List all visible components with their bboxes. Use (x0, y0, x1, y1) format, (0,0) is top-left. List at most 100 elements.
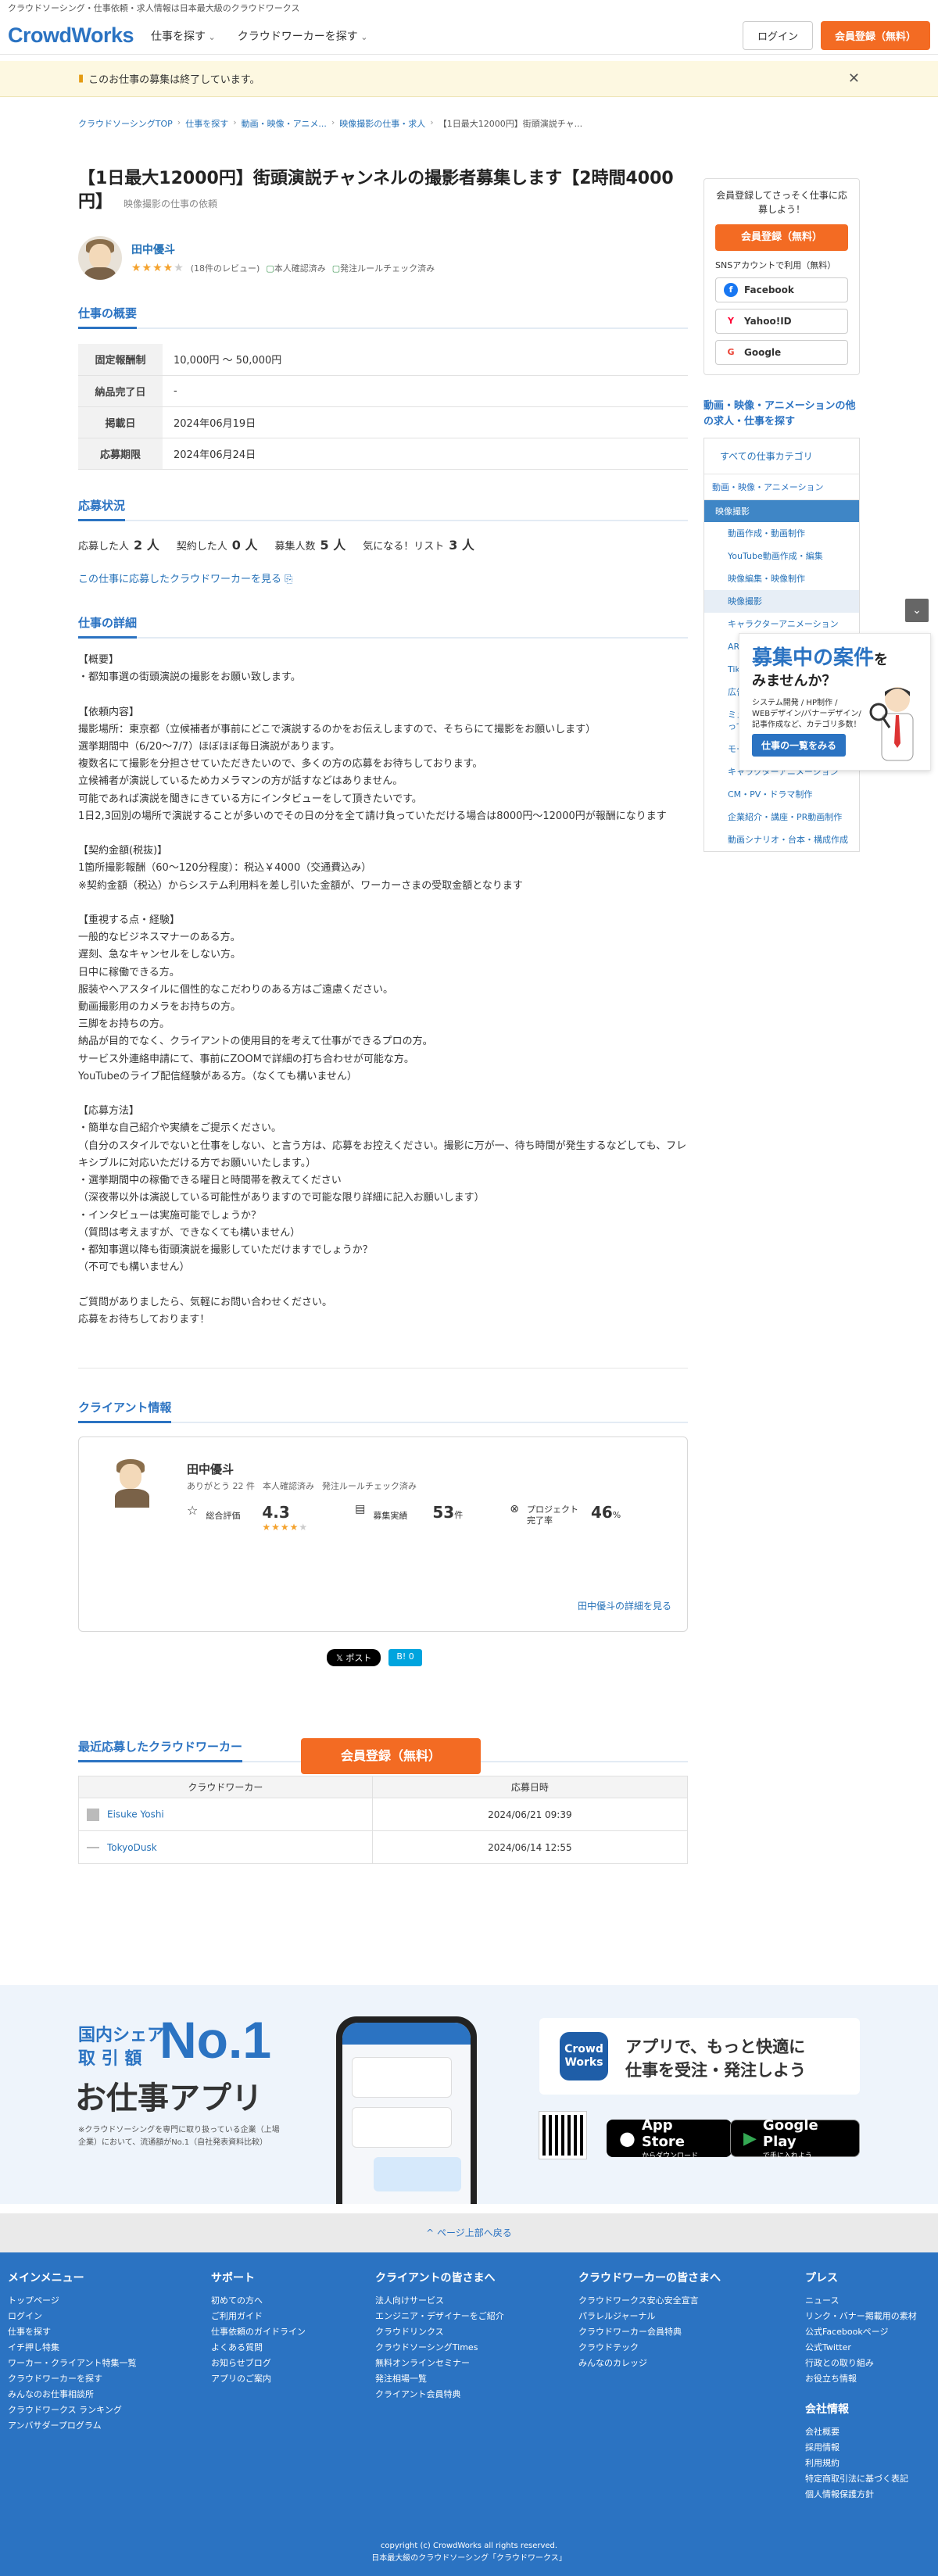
facebook-login-button[interactable]: f Facebook (715, 277, 848, 302)
footer-link[interactable]: 利用規約 (805, 2456, 917, 2471)
footer-link[interactable]: 個人情報保護方針 (805, 2487, 917, 2503)
sidebar-item-all-categories[interactable]: すべての仕事カテゴリ (704, 438, 859, 474)
x-post-button[interactable]: 𝕏 ポスト (327, 1649, 381, 1666)
worker-link[interactable]: TokyoDusk (107, 1842, 157, 1853)
review-count[interactable]: (18件のレビュー) (191, 262, 260, 274)
section-heading-status: 応募状況 (78, 497, 688, 521)
register-button[interactable]: 会員登録（無料） (820, 21, 930, 50)
footer-link[interactable]: みんなのお仕事相談所 (8, 2387, 137, 2402)
sidebar-register-box: 会員登録してさっそく仕事に応募しよう！ 会員登録（無料） SNSアカウントで利用… (704, 178, 860, 375)
footer-link[interactable]: 行政との取り組み (805, 2356, 917, 2371)
client-name-link[interactable]: 田中優斗 (131, 242, 435, 257)
footer-link[interactable]: よくある質問 (211, 2340, 306, 2356)
footer-link[interactable]: お役立ち情報 (805, 2371, 917, 2387)
client-card-meta: ありがとう 22 件 本人確認済み 発注ルールチェック済み (187, 1479, 417, 1492)
breadcrumb-current: 【1日最大12000円】街頭演説チャ... (438, 119, 583, 129)
rating-stars: ★★★★★ (131, 262, 184, 274)
footer-link[interactable]: クラウドワーカー会員特典 (578, 2324, 721, 2340)
footer-link[interactable]: 法人向けサービス (375, 2293, 504, 2309)
qr-code (539, 2111, 587, 2159)
sidebar-item-current[interactable]: 映像撮影 (704, 590, 859, 613)
footer-link[interactable]: 初めての方へ (211, 2293, 306, 2309)
hatena-bookmark-button[interactable]: B! 0 (388, 1649, 422, 1666)
avatar[interactable] (78, 236, 122, 280)
footer-link[interactable]: クラウドワーカーを探す (8, 2371, 137, 2387)
footer-link[interactable]: 仕事を探す (8, 2324, 137, 2340)
footer-link[interactable]: 仕事依頼のガイドライン (211, 2324, 306, 2340)
sidebar-item[interactable]: 企業紹介・講座・PR動画制作 (704, 806, 859, 828)
sidebar-item[interactable]: キャラクターアニメーション (704, 613, 859, 635)
breadcrumb-item[interactable]: 仕事を探す (185, 117, 228, 130)
sidebar-item[interactable]: 動画シナリオ・台本・構成作成 (704, 828, 859, 851)
footer-link[interactable]: リンク・バナー掲載用の素材 (805, 2309, 917, 2324)
footer-link[interactable]: パラレルジャーナル (578, 2309, 721, 2324)
summary-table: 固定報酬制 10,000円 〜 50,000円 納品完了日 - 掲載日 2024年06… (78, 344, 688, 470)
page-title: 【1日最大12000円】街頭演説チャンネルの撮影者募集します【2時間4000円】… (78, 167, 688, 216)
footer-link[interactable]: 特定商取引法に基づく表記 (805, 2471, 917, 2487)
stat-value: 4.3 (262, 1503, 290, 1522)
footer-link[interactable]: 公式Facebookページ (805, 2324, 917, 2340)
client-card-name[interactable]: 田中優斗 (187, 1461, 234, 1477)
register-cta-button[interactable]: 会員登録（無料） (301, 1738, 481, 1774)
client-detail-link[interactable]: 田中優斗の詳細を見る (578, 1599, 671, 1612)
footer-link[interactable]: クラウドテック (578, 2340, 721, 2356)
footer-heading: 会社情報 (805, 2403, 849, 2416)
nav-find-jobs[interactable]: 仕事を探す (151, 28, 216, 44)
yahoo-login-button[interactable]: Y Yahoo!ID (715, 309, 848, 334)
applicants-link[interactable]: この仕事に応募したクラウドワーカーを見る ⎘ (78, 571, 293, 585)
footer-link[interactable]: イチ押し特集 (8, 2340, 137, 2356)
footer-col-press: プレス ニュース リンク・バナー掲載用の素材 公式Facebookページ 公式T… (805, 2270, 917, 2503)
footer-link[interactable]: 採用情報 (805, 2440, 917, 2456)
avatar[interactable] (104, 1454, 159, 1514)
sidebar-item-group[interactable]: 動画・映像・アニメーション (704, 474, 859, 500)
footer-link[interactable]: 発注相場一覧 (375, 2371, 504, 2387)
footer-link[interactable]: 無料オンラインセミナー (375, 2356, 504, 2371)
applied-date: 2024/06/21 09:39 (371, 1798, 689, 1831)
footer-link[interactable]: アンバサダープログラム (8, 2418, 137, 2434)
footer-heading: サポート (211, 2272, 255, 2284)
google-login-button[interactable]: G Google (715, 340, 848, 365)
floating-job-banner[interactable]: 募集中の案件を みませんか？ システム開発 / HP制作 / WEBデザイン/バ… (739, 633, 931, 771)
sidebar-item[interactable]: 動画作成・動画制作 (704, 522, 859, 545)
google-play-button[interactable]: ▶ Google Play で手に入れよう (730, 2117, 860, 2160)
back-to-top-link[interactable]: ^ ページ上部へ戻る (0, 2213, 938, 2252)
stat-posts: ▤ 募集実績 53件 (355, 1503, 463, 1522)
footer-link[interactable]: ログイン (8, 2309, 137, 2324)
job-details-text: 【概要】 ・都知事選の街頭演説の撮影をお願い致します。 【依頼内容】 撮影場所：… (78, 654, 687, 1326)
nav-find-workers[interactable]: クラウドワーカーを探す (238, 28, 368, 44)
footer-link[interactable]: お知らせブログ (211, 2356, 306, 2371)
sidebar-item[interactable]: CM・PV・ドラマ制作 (704, 783, 859, 806)
sidebar-item-selected[interactable]: 映像撮影 (704, 500, 859, 522)
footer-link[interactable]: エンジニア・デザイナーをご紹介 (375, 2309, 504, 2324)
sidebar-item[interactable]: 映像編集・映像制作 (704, 567, 859, 590)
login-button[interactable]: ログイン (742, 21, 813, 50)
logo[interactable]: CrowdWorks (8, 23, 134, 48)
close-icon[interactable]: ✕ (848, 70, 860, 87)
footer-link[interactable]: トップページ (8, 2293, 137, 2309)
footer-link[interactable]: クラウドリンクス (375, 2324, 504, 2340)
app-store-button[interactable]: ● App Store からダウンロード (607, 2117, 732, 2160)
stat-completion: ⊗ プロジェクト完了率 46% (510, 1503, 621, 1526)
businessman-illustration (869, 687, 914, 761)
footer-link[interactable]: クラウドソーシングTimes (375, 2340, 504, 2356)
sidebar-register-button[interactable]: 会員登録（無料） (715, 224, 848, 251)
sidebar-item[interactable]: YouTube動画作成・編集 (704, 545, 859, 567)
footer-link[interactable]: クラウドワークス安心安全宣言 (578, 2293, 721, 2309)
stat-label: 募集実績 (373, 1511, 408, 1521)
footer-link[interactable]: ニュース (805, 2293, 917, 2309)
banner-button[interactable]: 仕事の一覧をみる (752, 734, 847, 757)
breadcrumb-item[interactable]: クラウドソーシングTOP (78, 117, 173, 130)
footer-link[interactable]: クラウドワークス ランキング (8, 2402, 137, 2418)
chevron-down-icon[interactable]: ⌄ (905, 599, 929, 622)
breadcrumb-item[interactable]: 映像撮影の仕事・求人 (339, 117, 425, 130)
breadcrumb-item[interactable]: 動画・映像・アニメ... (242, 117, 327, 130)
footer-link[interactable]: クライアント会員特典 (375, 2387, 504, 2402)
footer-link[interactable]: 公式Twitter (805, 2340, 917, 2356)
footer-link[interactable]: みんなのカレッジ (578, 2356, 721, 2371)
footer-link[interactable]: アプリのご案内 (211, 2371, 306, 2387)
footer-link[interactable]: 会社概要 (805, 2424, 917, 2440)
footer-link[interactable]: ワーカー・クライアント特集一覧 (8, 2356, 137, 2371)
worker-link[interactable]: Eisuke Yoshi (107, 1809, 164, 1819)
footer-link[interactable]: ご利用ガイド (211, 2309, 306, 2324)
worker-cell: Eisuke Yoshi (78, 1798, 373, 1831)
